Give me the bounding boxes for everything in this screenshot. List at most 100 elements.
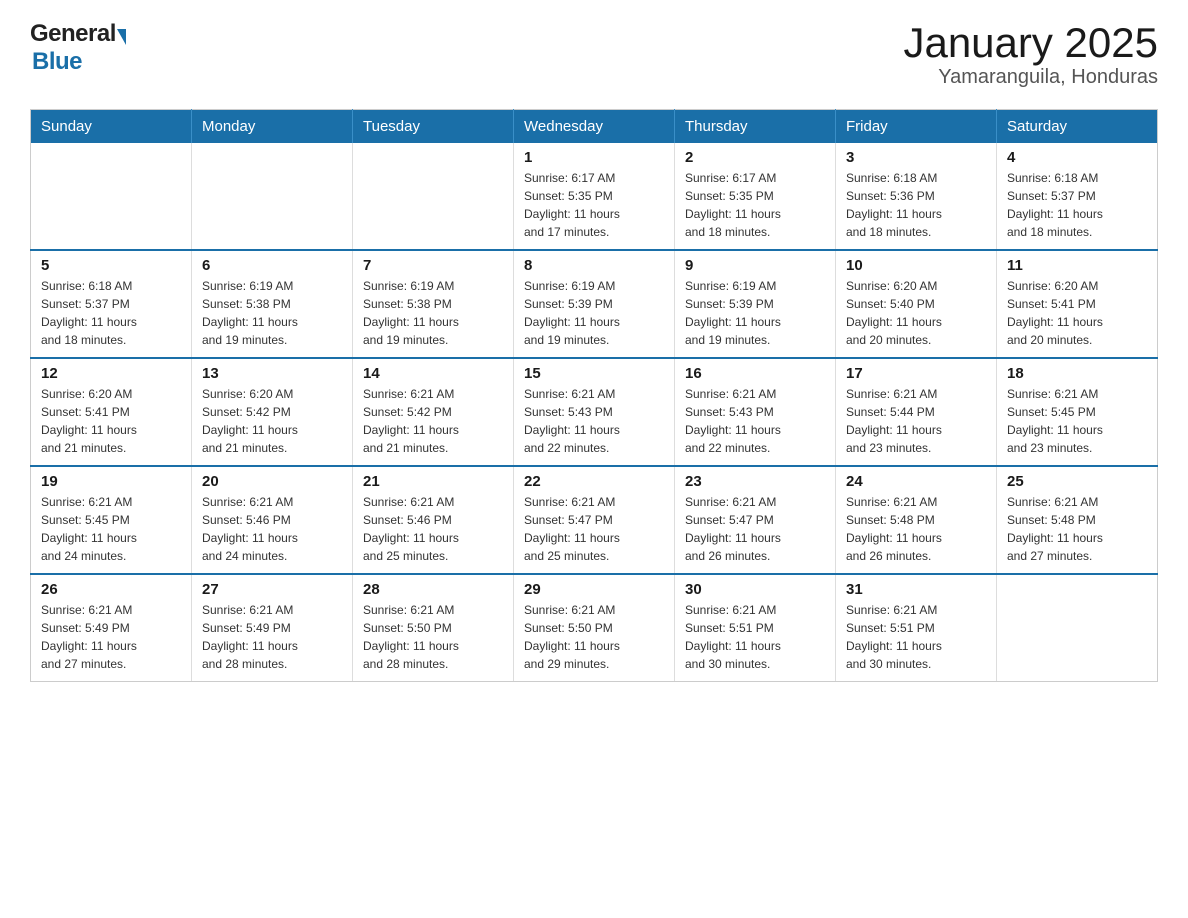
calendar-cell: 12Sunrise: 6:20 AM Sunset: 5:41 PM Dayli…: [31, 358, 192, 466]
day-info: Sunrise: 6:21 AM Sunset: 5:48 PM Dayligh…: [1007, 493, 1147, 565]
day-info: Sunrise: 6:20 AM Sunset: 5:42 PM Dayligh…: [202, 385, 342, 457]
calendar-week-row: 5Sunrise: 6:18 AM Sunset: 5:37 PM Daylig…: [31, 250, 1158, 358]
day-number: 17: [846, 365, 986, 382]
day-number: 6: [202, 257, 342, 274]
day-number: 4: [1007, 149, 1147, 166]
day-info: Sunrise: 6:21 AM Sunset: 5:51 PM Dayligh…: [846, 601, 986, 673]
day-of-week-header: Tuesday: [353, 110, 514, 144]
calendar-table: SundayMondayTuesdayWednesdayThursdayFrid…: [30, 109, 1158, 682]
day-info: Sunrise: 6:19 AM Sunset: 5:38 PM Dayligh…: [363, 277, 503, 349]
calendar-week-row: 1 Sunrise: 6:17 AM Sunset: 5:35 PM Daylig…: [31, 143, 1158, 250]
day-number: 1: [524, 149, 664, 166]
day-number: 23: [685, 473, 825, 490]
calendar-cell: 6 Sunrise: 6:19 AM Sunset: 5:38 PM Daylig…: [192, 250, 353, 358]
calendar-title: January 2025: [903, 20, 1158, 66]
calendar-cell: [31, 143, 192, 250]
calendar-cell: 11 Sunrise: 6:20 AM Sunset: 5:41 PM Dayli…: [997, 250, 1158, 358]
calendar-cell: 16 Sunrise: 6:21 AM Sunset: 5:43 PM Dayli…: [675, 358, 836, 466]
day-info: Sunrise: 6:21 AM Sunset: 5:48 PM Dayligh…: [846, 493, 986, 565]
day-info: Sunrise: 6:21 AM Sunset: 5:49 PM Dayligh…: [202, 601, 342, 673]
calendar-cell: 19 Sunrise: 6:21 AM Sunset: 5:45 PM Dayli…: [31, 466, 192, 574]
day-info: Sunrise: 6:17 AM Sunset: 5:35 PM Dayligh…: [685, 169, 825, 241]
calendar-cell: 18Sunrise: 6:21 AM Sunset: 5:45 PM Dayli…: [997, 358, 1158, 466]
calendar-week-row: 26 Sunrise: 6:21 AM Sunset: 5:49 PM Dayli…: [31, 574, 1158, 682]
day-number: 14: [363, 365, 503, 382]
title-block: January 2025 Yamaranguila, Honduras: [903, 20, 1158, 89]
day-info: Sunrise: 6:21 AM Sunset: 5:43 PM Dayligh…: [685, 385, 825, 457]
day-of-week-header: Wednesday: [514, 110, 675, 144]
calendar-cell: 20Sunrise: 6:21 AM Sunset: 5:46 PM Dayli…: [192, 466, 353, 574]
calendar-cell: 14 Sunrise: 6:21 AM Sunset: 5:42 PM Dayli…: [353, 358, 514, 466]
day-number: 19: [41, 473, 181, 490]
logo-arrow-icon: [117, 29, 126, 45]
calendar-cell: 13 Sunrise: 6:20 AM Sunset: 5:42 PM Dayli…: [192, 358, 353, 466]
day-number: 11: [1007, 257, 1147, 274]
day-info: Sunrise: 6:18 AM Sunset: 5:37 PM Dayligh…: [1007, 169, 1147, 241]
day-info: Sunrise: 6:21 AM Sunset: 5:47 PM Dayligh…: [524, 493, 664, 565]
day-number: 20: [202, 473, 342, 490]
calendar-cell: [997, 574, 1158, 682]
calendar-cell: 27Sunrise: 6:21 AM Sunset: 5:49 PM Dayli…: [192, 574, 353, 682]
day-number: 26: [41, 581, 181, 598]
day-number: 7: [363, 257, 503, 274]
day-info: Sunrise: 6:17 AM Sunset: 5:35 PM Dayligh…: [524, 169, 664, 241]
day-of-week-header: Monday: [192, 110, 353, 144]
day-info: Sunrise: 6:21 AM Sunset: 5:51 PM Dayligh…: [685, 601, 825, 673]
calendar-cell: 10Sunrise: 6:20 AM Sunset: 5:40 PM Dayli…: [836, 250, 997, 358]
day-info: Sunrise: 6:21 AM Sunset: 5:47 PM Dayligh…: [685, 493, 825, 565]
day-of-week-header: Saturday: [997, 110, 1158, 144]
calendar-cell: 23 Sunrise: 6:21 AM Sunset: 5:47 PM Dayli…: [675, 466, 836, 574]
logo-blue: Blue: [32, 48, 82, 76]
day-info: Sunrise: 6:19 AM Sunset: 5:39 PM Dayligh…: [685, 277, 825, 349]
day-of-week-header: Thursday: [675, 110, 836, 144]
calendar-cell: 15Sunrise: 6:21 AM Sunset: 5:43 PM Dayli…: [514, 358, 675, 466]
calendar-cell: [353, 143, 514, 250]
calendar-cell: 26 Sunrise: 6:21 AM Sunset: 5:49 PM Dayli…: [31, 574, 192, 682]
calendar-cell: 2 Sunrise: 6:17 AM Sunset: 5:35 PM Daylig…: [675, 143, 836, 250]
day-number: 9: [685, 257, 825, 274]
day-of-week-header: Friday: [836, 110, 997, 144]
day-info: Sunrise: 6:21 AM Sunset: 5:42 PM Dayligh…: [363, 385, 503, 457]
day-number: 21: [363, 473, 503, 490]
day-number: 3: [846, 149, 986, 166]
calendar-cell: 31Sunrise: 6:21 AM Sunset: 5:51 PM Dayli…: [836, 574, 997, 682]
calendar-cell: 24 Sunrise: 6:21 AM Sunset: 5:48 PM Dayli…: [836, 466, 997, 574]
calendar-cell: 8Sunrise: 6:19 AM Sunset: 5:39 PM Daylig…: [514, 250, 675, 358]
day-info: Sunrise: 6:21 AM Sunset: 5:50 PM Dayligh…: [363, 601, 503, 673]
day-number: 13: [202, 365, 342, 382]
calendar-cell: 25 Sunrise: 6:21 AM Sunset: 5:48 PM Dayli…: [997, 466, 1158, 574]
calendar-cell: 4 Sunrise: 6:18 AM Sunset: 5:37 PM Daylig…: [997, 143, 1158, 250]
day-info: Sunrise: 6:21 AM Sunset: 5:50 PM Dayligh…: [524, 601, 664, 673]
day-info: Sunrise: 6:21 AM Sunset: 5:49 PM Dayligh…: [41, 601, 181, 673]
day-info: Sunrise: 6:19 AM Sunset: 5:38 PM Dayligh…: [202, 277, 342, 349]
day-number: 24: [846, 473, 986, 490]
calendar-week-row: 19 Sunrise: 6:21 AM Sunset: 5:45 PM Dayli…: [31, 466, 1158, 574]
calendar-cell: 30 Sunrise: 6:21 AM Sunset: 5:51 PM Dayli…: [675, 574, 836, 682]
day-info: Sunrise: 6:21 AM Sunset: 5:45 PM Dayligh…: [41, 493, 181, 565]
day-info: Sunrise: 6:20 AM Sunset: 5:41 PM Dayligh…: [1007, 277, 1147, 349]
calendar-cell: 3 Sunrise: 6:18 AM Sunset: 5:36 PM Daylig…: [836, 143, 997, 250]
calendar-cell: 22 Sunrise: 6:21 AM Sunset: 5:47 PM Dayli…: [514, 466, 675, 574]
day-number: 2: [685, 149, 825, 166]
day-number: 5: [41, 257, 181, 274]
calendar-cell: 7 Sunrise: 6:19 AM Sunset: 5:38 PM Daylig…: [353, 250, 514, 358]
day-of-week-header: Sunday: [31, 110, 192, 144]
day-info: Sunrise: 6:18 AM Sunset: 5:36 PM Dayligh…: [846, 169, 986, 241]
day-info: Sunrise: 6:21 AM Sunset: 5:44 PM Dayligh…: [846, 385, 986, 457]
calendar-cell: 1 Sunrise: 6:17 AM Sunset: 5:35 PM Daylig…: [514, 143, 675, 250]
day-number: 22: [524, 473, 664, 490]
day-number: 29: [524, 581, 664, 598]
day-number: 25: [1007, 473, 1147, 490]
calendar-subtitle: Yamaranguila, Honduras: [903, 66, 1158, 89]
day-info: Sunrise: 6:19 AM Sunset: 5:39 PM Dayligh…: [524, 277, 664, 349]
day-number: 28: [363, 581, 503, 598]
calendar-cell: 29 Sunrise: 6:21 AM Sunset: 5:50 PM Dayli…: [514, 574, 675, 682]
day-number: 10: [846, 257, 986, 274]
day-number: 30: [685, 581, 825, 598]
calendar-cell: 28 Sunrise: 6:21 AM Sunset: 5:50 PM Dayli…: [353, 574, 514, 682]
day-info: Sunrise: 6:21 AM Sunset: 5:45 PM Dayligh…: [1007, 385, 1147, 457]
calendar-header-row: SundayMondayTuesdayWednesdayThursdayFrid…: [31, 110, 1158, 144]
day-number: 15: [524, 365, 664, 382]
calendar-cell: 9 Sunrise: 6:19 AM Sunset: 5:39 PM Daylig…: [675, 250, 836, 358]
day-number: 16: [685, 365, 825, 382]
